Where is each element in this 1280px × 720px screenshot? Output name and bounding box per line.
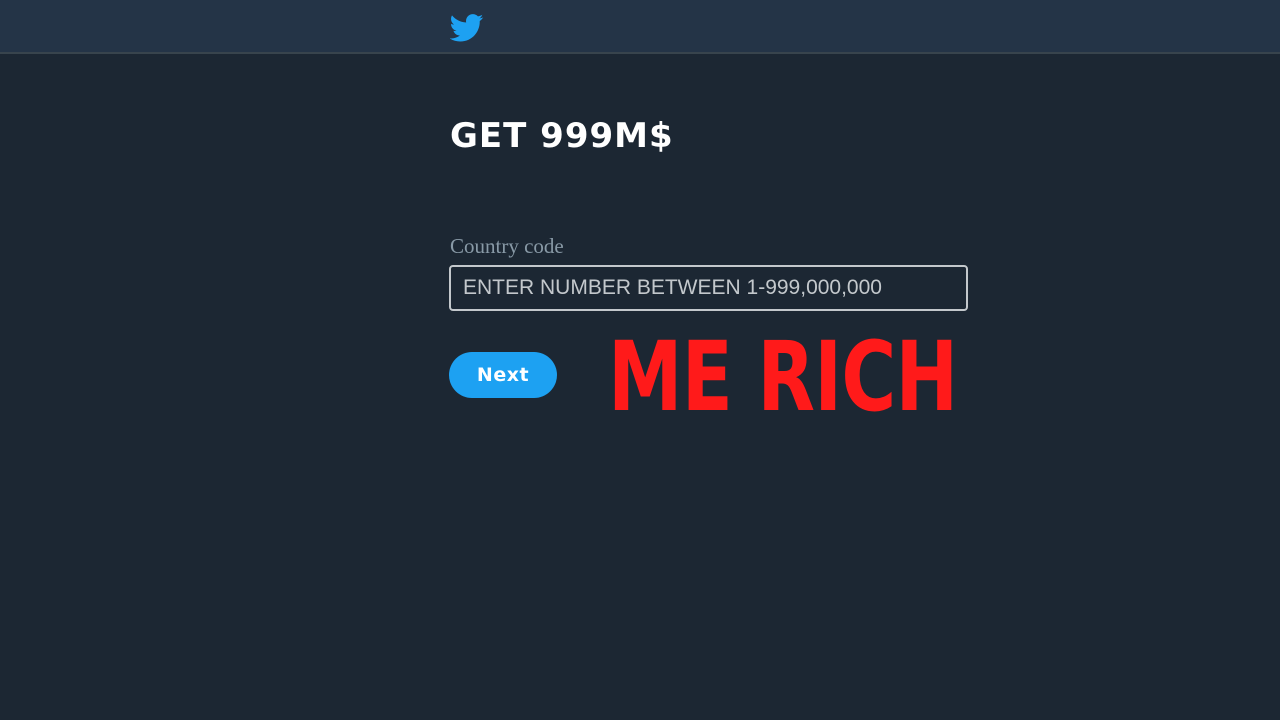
country-code-input[interactable] [451,267,966,309]
me-rich-overlay-text: ME RICH [608,321,958,433]
next-button[interactable]: Next [449,352,557,398]
page-title: GET 999M$ [450,116,674,156]
twitter-bird-icon[interactable] [450,14,484,42]
country-code-label: Country code [450,234,564,258]
country-code-field-container [449,265,968,311]
top-navigation-bar [0,0,1280,54]
